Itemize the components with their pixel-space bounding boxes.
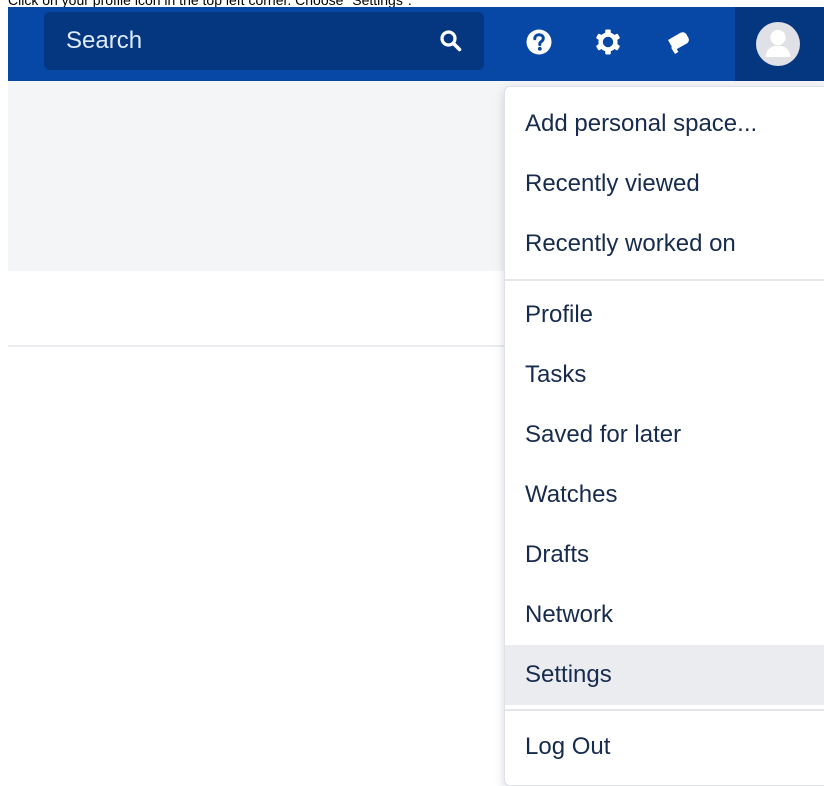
- avatar[interactable]: [756, 22, 800, 66]
- search-input[interactable]: [66, 12, 416, 70]
- menu-item-add-personal-space[interactable]: Add personal space...: [505, 94, 824, 154]
- menu-separator: [505, 709, 824, 711]
- top-navigation-bar: [8, 7, 824, 81]
- megaphone-icon[interactable]: [663, 27, 693, 57]
- menu-item-log-out[interactable]: Log Out: [505, 717, 824, 777]
- menu-item-saved-for-later[interactable]: Saved for later: [505, 405, 824, 465]
- search-box[interactable]: [44, 12, 484, 70]
- menu-group-account: Profile Tasks Saved for later Watches Dr…: [505, 283, 824, 705]
- profile-button[interactable]: [735, 7, 824, 81]
- menu-group-session: Log Out: [505, 713, 824, 777]
- menu-item-drafts[interactable]: Drafts: [505, 525, 824, 585]
- menu-group-personal: Add personal space... Recently viewed Re…: [505, 87, 824, 275]
- gear-icon[interactable]: [593, 27, 623, 57]
- content-divider: [8, 345, 504, 347]
- menu-item-recently-worked-on[interactable]: Recently worked on: [505, 214, 824, 274]
- menu-item-network[interactable]: Network: [505, 585, 824, 645]
- menu-item-watches[interactable]: Watches: [505, 465, 824, 525]
- search-icon[interactable]: [438, 28, 464, 54]
- help-icon[interactable]: [524, 27, 554, 57]
- profile-dropdown-menu: Add personal space... Recently viewed Re…: [504, 86, 824, 786]
- menu-item-recently-viewed[interactable]: Recently viewed: [505, 154, 824, 214]
- menu-item-tasks[interactable]: Tasks: [505, 345, 824, 405]
- menu-item-profile[interactable]: Profile: [505, 285, 824, 345]
- menu-item-settings[interactable]: Settings: [505, 645, 824, 705]
- menu-separator: [505, 279, 824, 281]
